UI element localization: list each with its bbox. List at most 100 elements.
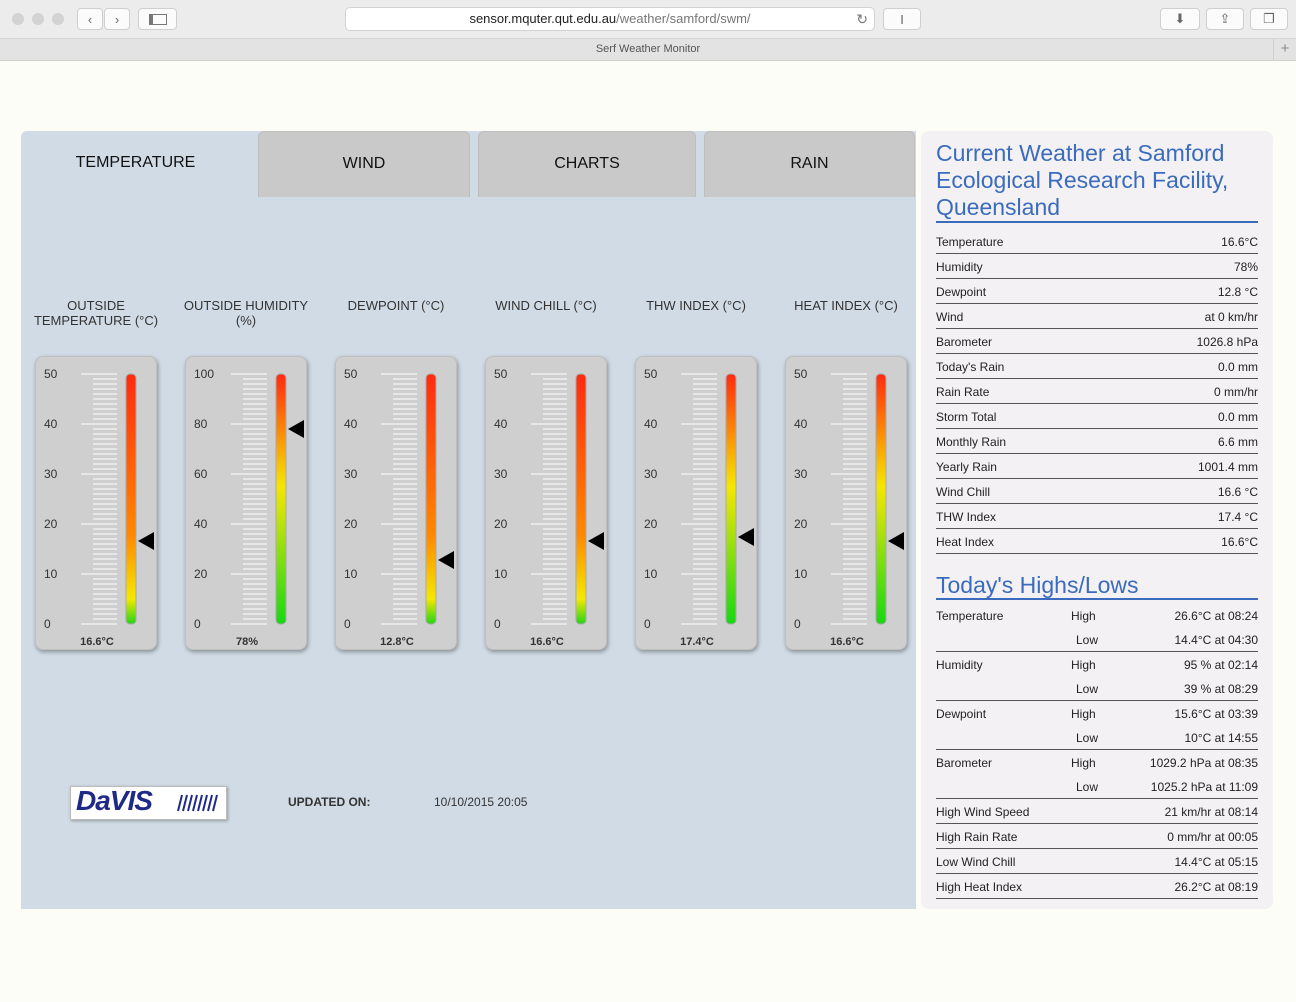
gauge: 0 10 20 30 40 50 17.4°C bbox=[635, 356, 757, 650]
current-row-value: 6.6 mm bbox=[1217, 435, 1258, 449]
current-row-label: Wind Chill bbox=[936, 485, 991, 499]
browser-tab-title[interactable]: Serf Weather Monitor bbox=[596, 43, 700, 55]
gauge-color-bar bbox=[875, 373, 887, 625]
gauge-color-bar bbox=[125, 373, 137, 625]
current-row-label: Heat Index bbox=[936, 535, 995, 549]
highs-lows-row: Barometer High 1029.2 hPa at 08:35 Low 1025.… bbox=[936, 750, 1258, 799]
download-icon: ⬇ bbox=[1174, 11, 1186, 26]
address-bar[interactable]: sensor.mquter.qut.edu.au/weather/samford… bbox=[345, 7, 875, 31]
minimize-window-button[interactable] bbox=[32, 13, 44, 25]
gauge-scale-label: 10 bbox=[344, 567, 358, 581]
current-row-value: 0.0 mm bbox=[1217, 410, 1258, 424]
high-value: 95 % at 02:14 bbox=[1183, 658, 1258, 672]
gauge-scale-label: 20 bbox=[194, 567, 208, 581]
current-row-label: Yearly Rain bbox=[936, 460, 997, 474]
extreme-row: Low Wind Chill 14.4°C at 05:15 bbox=[936, 849, 1258, 874]
gauge-pointer-icon bbox=[888, 532, 904, 550]
gauge-scale-label: 50 bbox=[794, 367, 808, 381]
reader-button[interactable]: I bbox=[883, 8, 921, 30]
sidebar-toggle-button[interactable] bbox=[138, 8, 177, 30]
gauge-scale-label: 50 bbox=[644, 367, 658, 381]
current-row: Monthly Rain 6.6 mm bbox=[936, 429, 1258, 454]
current-row-value: 1001.4 mm bbox=[1197, 460, 1258, 474]
extreme-label: High Wind Speed bbox=[936, 805, 1030, 819]
close-window-button[interactable] bbox=[12, 13, 24, 25]
gauge-scale-label: 50 bbox=[44, 367, 58, 381]
gauge-scale-label: 40 bbox=[644, 417, 658, 431]
gauge-scale-label: 30 bbox=[344, 467, 358, 481]
gauge: 0 10 20 30 40 50 16.6°C bbox=[785, 356, 907, 650]
browser-tab-bar: Serf Weather Monitor + bbox=[0, 39, 1296, 61]
tab-temperature[interactable]: TEMPERATURE bbox=[21, 131, 250, 197]
tab-rain[interactable]: RAIN bbox=[704, 131, 915, 197]
downloads-button[interactable]: ⬇ bbox=[1160, 8, 1200, 30]
gauge-scale-label: 20 bbox=[494, 517, 508, 531]
current-row-value: at 0 km/hr bbox=[1204, 310, 1258, 324]
gauge-scale-label: 40 bbox=[194, 517, 208, 531]
current-row-label: Rain Rate bbox=[936, 385, 990, 399]
current-row: Dewpoint 12.8 °C bbox=[936, 279, 1258, 304]
gauge-label: OUTSIDE HUMIDITY (%) bbox=[183, 298, 309, 328]
high-label: High bbox=[1071, 609, 1096, 623]
updated-label: UPDATED ON: bbox=[288, 795, 371, 809]
gauge-readout: 16.6°C bbox=[830, 636, 864, 648]
current-row-label: Wind bbox=[936, 310, 964, 324]
highs-lows-label: Dewpoint bbox=[936, 707, 987, 721]
gauge-scale-label: 60 bbox=[194, 467, 208, 481]
gauge-scale-label: 10 bbox=[44, 567, 58, 581]
gauge-pointer-icon bbox=[438, 551, 454, 569]
tabs-overview-button[interactable]: ❐ bbox=[1250, 8, 1288, 30]
current-row-value: 17.4 °C bbox=[1217, 510, 1258, 524]
share-icon: ⇪ bbox=[1219, 11, 1231, 26]
current-row: Barometer 1026.8 hPa bbox=[936, 329, 1258, 354]
gauge-scale-label: 0 bbox=[644, 617, 651, 631]
reload-icon[interactable]: ↻ bbox=[856, 8, 868, 30]
gauge-scale-label: 40 bbox=[344, 417, 358, 431]
gauge-label: OUTSIDE TEMPERATURE (°C) bbox=[33, 298, 159, 328]
gauge: 0 10 20 30 40 50 16.6°C bbox=[485, 356, 607, 650]
gauge-scale-label: 20 bbox=[644, 517, 658, 531]
high-value: 1029.2 hPa at 08:35 bbox=[1149, 756, 1258, 770]
highs-rule bbox=[936, 598, 1258, 600]
gauge-scale-label: 40 bbox=[794, 417, 808, 431]
current-row-label: Dewpoint bbox=[936, 285, 987, 299]
gauge-readout: 78% bbox=[235, 636, 259, 648]
highs-lows-label: Temperature bbox=[936, 609, 1004, 623]
zoom-window-button[interactable] bbox=[52, 13, 64, 25]
current-row-label: Humidity bbox=[936, 260, 983, 274]
low-label: Low bbox=[1076, 780, 1099, 794]
tab-wind[interactable]: WIND bbox=[258, 131, 470, 197]
forward-button[interactable]: › bbox=[104, 8, 130, 30]
gauge-scale-label: 30 bbox=[644, 467, 658, 481]
current-row-label: Monthly Rain bbox=[936, 435, 1007, 449]
extreme-row: High Wind Speed 21 km/hr at 08:14 bbox=[936, 799, 1258, 824]
current-row-value: 0.0 mm bbox=[1217, 360, 1258, 374]
current-row: Heat Index 16.6°C bbox=[936, 529, 1258, 554]
current-row-value: 0 mm/hr bbox=[1213, 385, 1258, 399]
low-label: Low bbox=[1076, 731, 1099, 745]
gauge-scale-label: 0 bbox=[494, 617, 501, 631]
gauge-pointer-icon bbox=[288, 420, 304, 438]
gauge-scale-label: 30 bbox=[494, 467, 508, 481]
gauge-color-bar bbox=[575, 373, 587, 625]
high-value: 26.6°C at 08:24 bbox=[1174, 609, 1258, 623]
gauge-pointer-icon bbox=[588, 532, 604, 550]
current-row-value: 78% bbox=[1233, 260, 1258, 274]
gauge-readout: 17.4°C bbox=[680, 636, 714, 648]
current-row-value: 16.6°C bbox=[1221, 235, 1258, 249]
davis-logo: DaVIS bbox=[70, 785, 227, 820]
url-host: sensor.mquter.qut.edu.au bbox=[469, 11, 617, 26]
current-row: THW Index 17.4 °C bbox=[936, 504, 1258, 529]
high-label: High bbox=[1071, 658, 1096, 672]
back-button[interactable]: ‹ bbox=[77, 8, 103, 30]
share-button[interactable]: ⇪ bbox=[1206, 8, 1244, 30]
current-row: Wind Chill 16.6 °C bbox=[936, 479, 1258, 504]
new-tab-icon[interactable]: + bbox=[1273, 39, 1296, 60]
low-value: 1025.2 hPa at 11:09 bbox=[1150, 780, 1258, 794]
tab-charts[interactable]: CHARTS bbox=[478, 131, 696, 197]
gauge-label: HEAT INDEX (°C) bbox=[794, 298, 898, 313]
gauge-label: DEWPOINT (°C) bbox=[347, 298, 445, 313]
current-row-label: Temperature bbox=[936, 235, 1004, 249]
gauge-scale-label: 50 bbox=[494, 367, 508, 381]
logo-stripes bbox=[177, 794, 218, 812]
